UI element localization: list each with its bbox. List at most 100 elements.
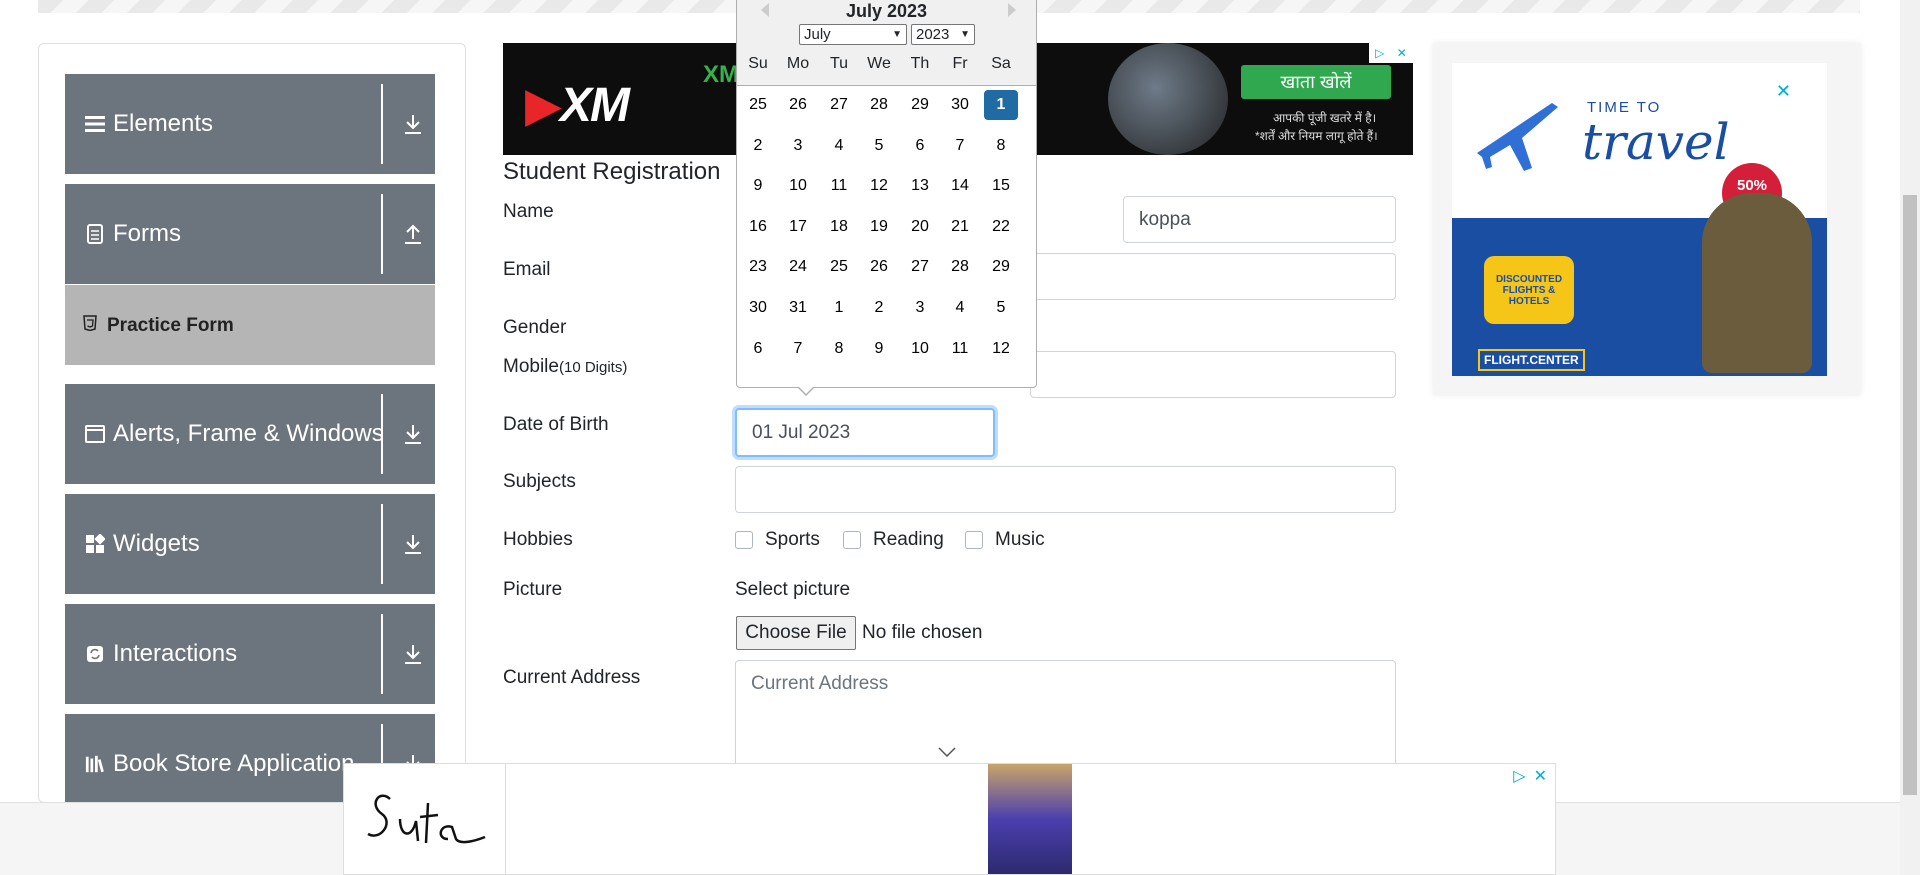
ad-choices[interactable]: ▷ ✕ xyxy=(1369,43,1413,63)
calendar-day[interactable]: 27 xyxy=(822,90,856,120)
calendar-day[interactable]: 25 xyxy=(822,252,856,282)
checkbox[interactable] xyxy=(965,531,983,549)
calendar-day[interactable]: 26 xyxy=(781,90,815,120)
download-arrow-icon[interactable] xyxy=(399,420,427,448)
calendar-day[interactable]: 20 xyxy=(903,212,937,242)
calendar-day[interactable]: 6 xyxy=(903,131,937,161)
calendar-day[interactable]: 4 xyxy=(943,293,977,323)
hobby-sports-checkbox[interactable]: Sports xyxy=(735,529,820,551)
dob-label: Date of Birth xyxy=(503,414,609,435)
calendar-day[interactable]: 27 xyxy=(903,252,937,282)
sidebar-group-label: Forms xyxy=(113,220,181,247)
calendar-day[interactable]: 23 xyxy=(741,252,775,282)
hobbies-label: Hobbies xyxy=(503,529,573,550)
close-icon[interactable]: ✕ xyxy=(1534,766,1547,786)
calendar-day[interactable]: 2 xyxy=(741,131,775,161)
year-select[interactable]: 2023 ▼ xyxy=(911,24,975,45)
download-arrow-icon[interactable] xyxy=(399,530,427,558)
calendar-day[interactable]: 2 xyxy=(862,293,896,323)
weekday-header: Tu xyxy=(829,55,849,72)
calendar-day[interactable]: 11 xyxy=(943,334,977,364)
calendar-day[interactable]: 24 xyxy=(781,252,815,282)
calendar-day[interactable]: 12 xyxy=(984,334,1018,364)
calendar-day[interactable]: 8 xyxy=(984,131,1018,161)
download-arrow-icon[interactable] xyxy=(399,640,427,668)
calendar-day[interactable]: 26 xyxy=(862,252,896,282)
calendar-day[interactable]: 8 xyxy=(822,334,856,364)
adchoices-icon[interactable]: ▷ xyxy=(1513,766,1525,786)
calendar-day[interactable]: 29 xyxy=(903,90,937,120)
calendar-day[interactable]: 10 xyxy=(781,171,815,201)
calendar-day[interactable]: 5 xyxy=(984,293,1018,323)
calendar-day[interactable]: 7 xyxy=(781,334,815,364)
hobby-reading-checkbox[interactable]: Reading xyxy=(843,529,944,551)
name-label: Name xyxy=(503,201,554,222)
calendar-day[interactable]: 18 xyxy=(822,212,856,242)
airplane-icon xyxy=(1472,93,1562,178)
calendar-day[interactable]: 3 xyxy=(781,131,815,161)
adchoices-icon[interactable]: ▷ xyxy=(1375,46,1384,60)
scrollbar-thumb[interactable] xyxy=(1903,195,1917,795)
calendar-day[interactable]: 31 xyxy=(781,293,815,323)
chevron-down-icon[interactable] xyxy=(938,744,956,762)
calendar-day[interactable]: 4 xyxy=(822,131,856,161)
hobby-music-checkbox[interactable]: Music xyxy=(965,529,1045,551)
calendar-day[interactable]: 17 xyxy=(781,212,815,242)
subjects-input[interactable] xyxy=(735,466,1396,513)
calendar-day[interactable]: 14 xyxy=(943,171,977,201)
calendar-day[interactable]: 3 xyxy=(903,293,937,323)
current-address-textarea[interactable]: Current Address xyxy=(735,660,1396,775)
checkbox[interactable] xyxy=(735,531,753,549)
calendar-day[interactable]: 19 xyxy=(862,212,896,242)
calendar-day[interactable]: 28 xyxy=(862,90,896,120)
calendar-day[interactable]: 28 xyxy=(943,252,977,282)
calendar-day[interactable]: 30 xyxy=(943,90,977,120)
calendar-day[interactable]: 30 xyxy=(741,293,775,323)
calendar-day[interactable]: 1 xyxy=(822,293,856,323)
calendar-day[interactable]: 5 xyxy=(862,131,896,161)
ad-choices[interactable]: ▷ ✕ xyxy=(1513,766,1547,786)
calendar-day[interactable]: 11 xyxy=(822,171,856,201)
calendar-day[interactable]: 12 xyxy=(862,171,896,201)
ad-brand-logo xyxy=(344,764,506,874)
calendar-day[interactable]: 1 xyxy=(984,90,1018,120)
sidebar-group-alerts[interactable]: Alerts, Frame & Windows xyxy=(65,384,435,484)
download-arrow-icon[interactable] xyxy=(399,110,427,138)
ad-brand-secondary: XM xyxy=(703,61,739,88)
calendar-day[interactable]: 6 xyxy=(741,334,775,364)
ad-banner-bottom[interactable]: ▷ ✕ xyxy=(343,763,1556,875)
calendar-day[interactable]: 9 xyxy=(741,171,775,201)
calendar-day[interactable]: 16 xyxy=(741,212,775,242)
calendar-day[interactable]: 10 xyxy=(903,334,937,364)
month-select[interactable]: July ▼ xyxy=(799,24,907,45)
calendar-day[interactable]: 9 xyxy=(862,334,896,364)
close-icon[interactable]: ✕ xyxy=(1397,46,1407,60)
last-name-input[interactable]: koppa xyxy=(1123,196,1396,243)
calendar-day[interactable]: 15 xyxy=(984,171,1018,201)
calendar-day[interactable]: 25 xyxy=(741,90,775,120)
file-status: No file chosen xyxy=(862,622,983,643)
upload-arrow-icon[interactable] xyxy=(399,220,427,248)
sidebar-group-interactions[interactable]: Interactions xyxy=(65,604,435,704)
checkbox-label: Reading xyxy=(873,529,944,550)
sidebar-item-practice-form[interactable]: Practice Form xyxy=(65,285,435,365)
email-input[interactable] xyxy=(1030,253,1396,300)
checkbox[interactable] xyxy=(843,531,861,549)
next-month-icon[interactable] xyxy=(1008,3,1016,17)
ad-cta-button[interactable]: खाता खोलें xyxy=(1241,65,1391,99)
html5-icon xyxy=(83,315,97,336)
mobile-input[interactable] xyxy=(1030,351,1396,398)
calendar-day[interactable]: 22 xyxy=(984,212,1018,242)
calendar-day[interactable]: 21 xyxy=(943,212,977,242)
close-icon[interactable]: ✕ xyxy=(1776,81,1791,102)
dob-input[interactable]: 01 Jul 2023 xyxy=(735,408,995,457)
ad-right-inner[interactable]: TIME TO travel 50% OFF DISCOUNTED FLIGHT… xyxy=(1452,63,1827,376)
calendar-day[interactable]: 29 xyxy=(984,252,1018,282)
calendar-day[interactable]: 7 xyxy=(943,131,977,161)
choose-file-button[interactable]: Choose File xyxy=(736,616,856,650)
sidebar-group-elements[interactable]: Elements xyxy=(65,74,435,174)
calendar-day[interactable]: 13 xyxy=(903,171,937,201)
sidebar-group-widgets[interactable]: Widgets xyxy=(65,494,435,594)
sidebar-group-forms[interactable]: Forms xyxy=(65,184,435,284)
ad-right[interactable]: TIME TO travel 50% OFF DISCOUNTED FLIGHT… xyxy=(1433,43,1861,395)
